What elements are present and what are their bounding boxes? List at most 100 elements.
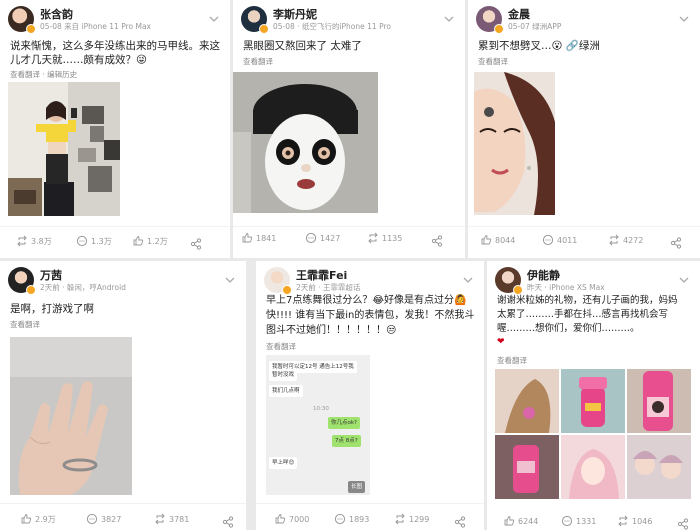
repost-count: 7000 [289,514,310,524]
username[interactable]: 伊能静 [527,267,560,283]
post-meta: 2天前 · 躲闲，哼Android [40,283,126,292]
comment-button[interactable]: 1893 [334,509,369,529]
like-button[interactable]: 1135 [367,228,402,248]
post-header: 金晨 05-07 绿洲APP [476,6,692,36]
translate-link[interactable]: 查看翻译 [478,56,508,67]
repost-icon [242,233,253,243]
username[interactable]: 李斯丹妮 [273,6,317,22]
repost-button[interactable]: 8044 [480,230,515,250]
translate-link[interactable]: 查看翻译 [243,56,273,67]
post-image-chat-screenshot[interactable]: 我暂时可以定12号 通告上12号我 暂时没戏 我们几点啊 10:30 你几点ok… [266,355,370,495]
chevron-down-icon[interactable] [462,271,474,283]
post-image-thumb[interactable] [495,435,559,499]
username[interactable]: 万茜 [40,267,62,283]
like-icon [609,234,619,246]
post-image-thumb[interactable] [495,369,559,433]
like-icon [368,232,378,244]
share-icon[interactable] [190,235,202,250]
repost-button[interactable]: 3781 [154,509,189,529]
repost-icon [618,515,628,527]
repost-button[interactable]: 1046 [617,511,652,530]
share-icon[interactable] [677,515,689,530]
post-card-zhang-hanyun: 张含韵 05-08 来自 iPhone 11 Pro Max 说来惭愧，这么多年… [0,0,230,258]
chat-message: 我们几点啊 [269,385,303,397]
like-button[interactable]: 4272 [608,230,643,250]
comment-count: 1331 [576,516,597,526]
post-card-wan-qian: 万茜 2天前 · 躲闲，哼Android 是啊，打游戏了啊 查看翻译 2.9万 … [0,261,246,530]
like-button[interactable]: 2.9万 [20,509,56,529]
comment-icon [305,232,317,244]
like-button[interactable]: 1.2万 [132,231,168,251]
post-card-yi-nengjing: 伊能静 昨天 · iPhone XS Max 谢谢米粒姊的礼物，还有儿子画的我，… [487,261,700,530]
like-button[interactable]: 7000 [274,509,309,529]
post-text-line: 早上7点练舞很过分么？😂好像是有点过分🙆 [266,295,467,306]
post-meta: 05-08 · 纸空飞行的iPhone 11 Pro [273,22,391,31]
post-actions: 8044 4011 4272 [468,230,700,250]
post-image-thumb[interactable] [627,435,691,499]
post-card-li-sidanni: 李斯丹妮 05-08 · 纸空飞行的iPhone 11 Pro 黑眼圈又熬回来了… [233,0,465,258]
chevron-down-icon[interactable] [224,271,236,283]
post-image-thumb[interactable] [561,369,625,433]
comment-button[interactable]: 1.3万 [76,231,112,251]
comment-icon [76,235,88,247]
like-icon [275,514,286,524]
post-image-thumb[interactable] [561,435,625,499]
username[interactable]: 张含韵 [40,6,73,22]
like-icon [133,236,144,246]
share-icon[interactable] [454,513,466,528]
verified-badge-icon [26,24,36,34]
post-actions: 7000 1893 1299 [256,509,484,529]
chat-timestamp: 10:30 [313,406,329,412]
repost-button[interactable]: 3.8万 [16,231,52,251]
comment-count: 4011 [557,235,578,245]
divider [0,226,230,227]
translate-link[interactable]: 查看翻译 · 编辑历史 [10,69,77,80]
post-image[interactable] [10,337,132,495]
comment-count: 1893 [349,514,370,524]
divider [468,226,700,227]
post-image[interactable] [8,82,120,216]
chat-message: 你几点ok? [328,417,360,429]
divider [233,226,465,227]
post-card-jin-chen: 金晨 05-07 绿洲APP 累到不想劈叉…😮 🔗绿洲 查看翻译 8044 40… [468,0,700,258]
divider [0,503,246,504]
repost-count: 8044 [495,235,516,245]
chevron-down-icon[interactable] [208,10,220,22]
repost-icon [17,235,27,247]
share-icon[interactable] [222,513,234,528]
post-image[interactable] [233,72,378,213]
comment-button[interactable]: 1331 [561,511,596,530]
chevron-down-icon[interactable] [443,10,455,22]
like-button[interactable]: 6244 [503,511,538,530]
comment-icon [542,234,554,246]
translate-link[interactable]: 查看翻译 [266,341,296,352]
like-count: 1046 [632,516,653,526]
username[interactable]: 金晨 [508,6,530,22]
repost-icon [481,235,492,245]
repost-button[interactable]: 1299 [394,509,429,529]
chevron-down-icon[interactable] [678,10,690,22]
post-image-thumb[interactable] [627,369,691,433]
post-text-line: 累到不想劈叉…😮 🔗绿洲 [478,40,600,52]
chevron-down-icon[interactable] [678,271,690,283]
post-header: 万茜 2天前 · 躲闲，哼Android [8,267,238,297]
share-icon[interactable] [670,234,682,249]
share-icon[interactable] [431,232,443,247]
post-meta: 昨天 · iPhone XS Max [527,283,605,292]
post-text-line: 图斗不过她们！！！！！！😒 [266,325,397,336]
post-meta: 05-08 来自 iPhone 11 Pro Max [40,22,151,31]
post-image[interactable] [474,72,555,215]
username[interactable]: 王霏霏Fei [296,267,347,283]
translate-link[interactable]: 查看翻译 [10,319,40,330]
chat-message: 暂时没戏 [269,369,298,381]
comment-button[interactable]: 1427 [305,228,340,248]
comment-button[interactable]: 3827 [86,509,121,529]
translate-link[interactable]: 查看翻译 [497,355,527,366]
like-count: 4272 [623,235,644,245]
repost-count: 1841 [256,233,277,243]
like-icon [504,516,515,526]
post-text-line: 儿才几天就……颇有成效？😜 [10,54,147,66]
comment-button[interactable]: 4011 [542,230,577,250]
chat-message: 早上咩😊 [269,457,298,469]
repost-button[interactable]: 1841 [241,228,276,248]
